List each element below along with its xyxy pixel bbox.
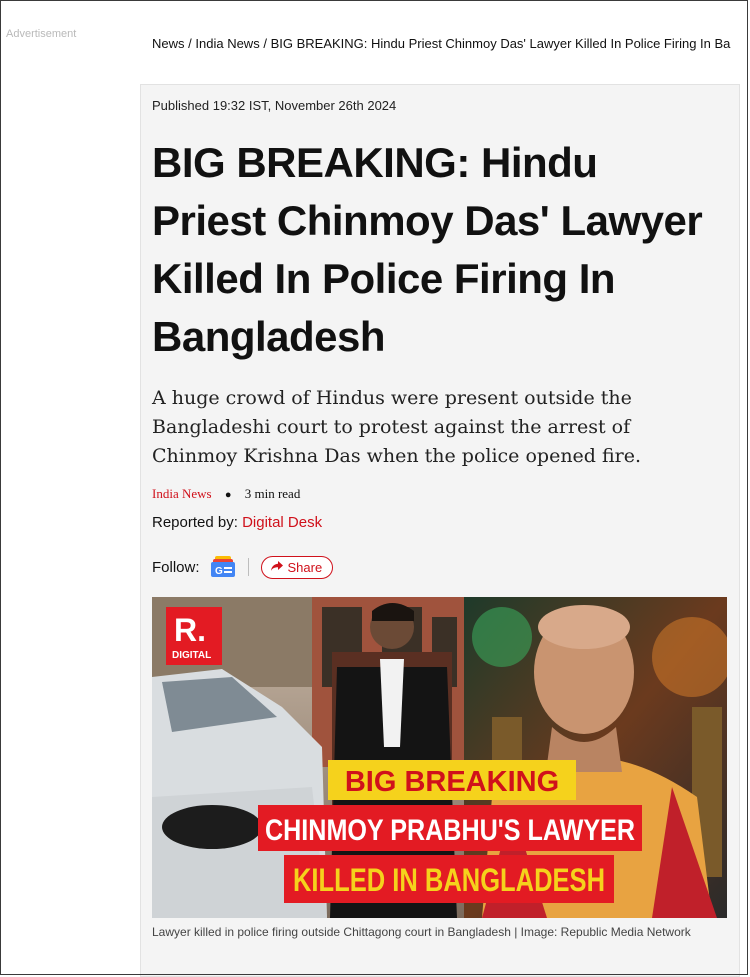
window-border bbox=[0, 0, 748, 975]
